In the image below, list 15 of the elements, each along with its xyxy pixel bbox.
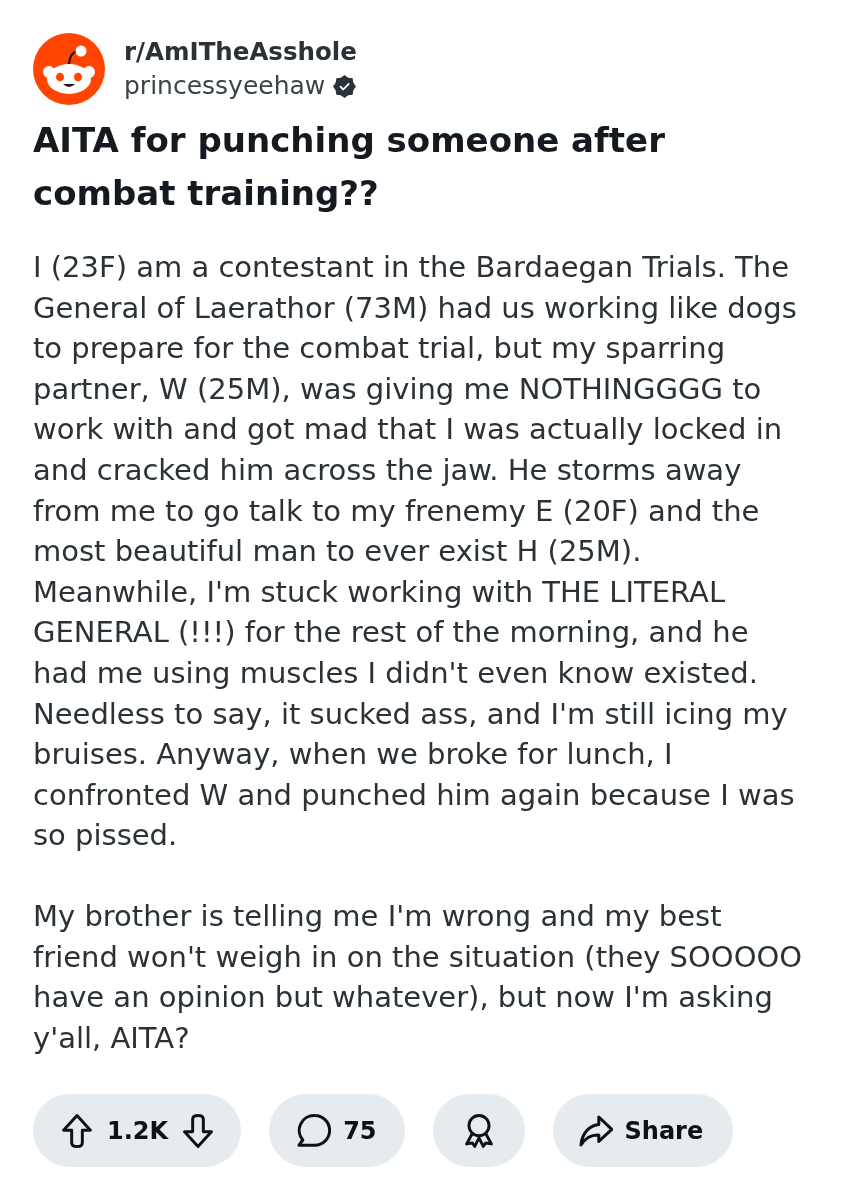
vote-count: 1.2K (106, 1116, 170, 1145)
post-paragraph: My brother is telling me I'm wrong and my best friend won't weigh in on the situation (they SOOOOO have an opinion but whatever), but now I'm asking y'all, AITA? (33, 897, 804, 1057)
author-name[interactable]: princessyeehaw (124, 71, 326, 101)
upvote-button[interactable] (60, 1113, 94, 1148)
arrow-down-icon (181, 1113, 216, 1148)
subreddit-name[interactable]: r/AmITheAsshole (124, 37, 357, 67)
avatar-icon (33, 33, 105, 105)
comments-button[interactable]: 75 (269, 1094, 405, 1168)
post-title: AITA for punching someone after combat training?? (33, 119, 666, 215)
share-arrow-icon (578, 1113, 613, 1148)
arrow-up-icon (60, 1113, 94, 1148)
post-paragraph: I (23F) am a contestant in the Bardaegan Trials. The General of Laerathor (73M) had us working like dogs to prepare for the combat trial, but my sparring partner, W (25M), was giving me NOTHINGGGG to work with and got mad that I was actually locked in and cracked him across the jaw. He storms away from me to go talk to my frenemy E (20F) and the most beautiful man to ever exist H (25M). Meanwhile, I'm stuck working with THE LITERAL GENERAL (!!!) for the rest of the morning, and he had me using muscles I didn't even know existed. Needless to say, it sucked ass, and I'm still icing my bruises. Anyway, when we broke for lunch, I confronted W and punched him again because I was so pissed. (33, 249, 798, 855)
share-button[interactable]: Share (552, 1094, 734, 1168)
downvote-button[interactable] (181, 1113, 216, 1148)
speech-bubble-icon (297, 1113, 332, 1148)
